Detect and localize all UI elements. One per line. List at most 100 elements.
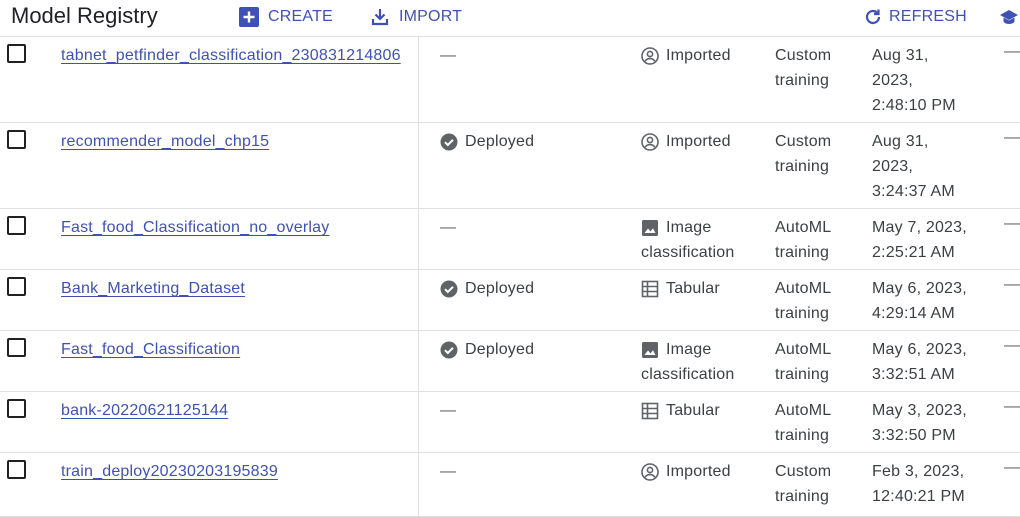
model-name-link[interactable]: train_deploy20230203195839	[61, 459, 278, 484]
updated-line-3: 2:48:10 PM	[872, 97, 956, 114]
status-cell: Deployed	[440, 337, 534, 362]
status-label: Deployed	[465, 133, 535, 150]
updated-cell: Aug 31, 2023, 2:48:10 PM	[872, 43, 992, 118]
model-name-link[interactable]: Bank_Marketing_Dataset	[61, 276, 245, 301]
model-name-link[interactable]: recommender_model_chp15	[61, 129, 269, 154]
extra-cell: —	[1004, 398, 1020, 415]
source-label-1: Image	[666, 219, 712, 236]
account-circle-icon	[641, 133, 659, 151]
model-name-link[interactable]: tabnet_petfinder_classification_23083121…	[61, 43, 401, 68]
table-row: tabnet_petfinder_classification_23083121…	[0, 36, 1020, 123]
status-label: —	[440, 219, 457, 236]
updated-line-1: May 6, 2023,	[872, 280, 967, 297]
source-label-1: Image	[666, 341, 712, 358]
row-checkbox[interactable]	[7, 338, 26, 357]
import-button-label: IMPORT	[399, 8, 463, 25]
type-cell: AutoML training	[775, 398, 855, 448]
row-checkbox[interactable]	[7, 216, 26, 235]
model-name-link[interactable]: Fast_food_Classification	[61, 337, 240, 362]
table-row: recommender_model_chp15 Deployed Importe…	[0, 122, 1020, 209]
type-line-1: AutoML	[775, 280, 832, 297]
check-circle-icon	[440, 341, 458, 359]
updated-line-2: 3:32:51 AM	[872, 366, 955, 383]
extra-cell: —	[1004, 43, 1020, 60]
type-cell: Custom training	[775, 129, 855, 179]
table-row: Fast_food_Classification_no_overlay — Im…	[0, 208, 1020, 270]
updated-line-1: Aug 31,	[872, 47, 929, 64]
extra-cell: —	[1004, 215, 1020, 232]
updated-line-1: Aug 31,	[872, 133, 929, 150]
image-icon	[641, 219, 659, 237]
image-icon	[641, 341, 659, 359]
model-name-link[interactable]: bank-20220621125144	[61, 398, 228, 423]
status-cell: —	[440, 43, 456, 68]
updated-line-2: 4:29:14 AM	[872, 305, 955, 322]
updated-line-1: May 7, 2023,	[872, 219, 967, 236]
type-line-2: training	[775, 158, 830, 175]
table-row: bank-20220621125144 — Tabular AutoML tra…	[0, 391, 1020, 453]
status-label: Deployed	[465, 280, 535, 297]
updated-cell: May 6, 2023, 4:29:14 AM	[872, 276, 992, 326]
download-icon	[369, 6, 391, 28]
source-cell: Tabular	[641, 398, 720, 423]
row-checkbox[interactable]	[7, 460, 26, 479]
type-line-1: Custom	[775, 463, 832, 480]
extra-cell: —	[1004, 337, 1020, 354]
table-icon	[641, 402, 659, 420]
refresh-button-label: REFRESH	[889, 8, 967, 25]
row-checkbox[interactable]	[7, 130, 26, 149]
source-cell: Imported	[641, 43, 731, 68]
header-bar: Model Registry CREATE IMPORT REFRESH	[0, 0, 1020, 36]
status-cell: Deployed	[440, 276, 534, 301]
model-name-link[interactable]: Fast_food_Classification_no_overlay	[61, 215, 329, 240]
source-label-1: Imported	[666, 47, 731, 64]
type-cell: Custom training	[775, 459, 855, 509]
type-cell: AutoML training	[775, 337, 855, 387]
updated-cell: Feb 3, 2023, 12:40:21 PM	[872, 459, 992, 509]
status-cell: —	[440, 398, 456, 423]
source-label-2: classification	[641, 366, 735, 383]
status-label: —	[440, 402, 457, 419]
updated-cell: May 3, 2023, 3:32:50 PM	[872, 398, 992, 448]
updated-line-1: May 6, 2023,	[872, 341, 967, 358]
updated-line-2: 3:32:50 PM	[872, 427, 956, 444]
account-circle-icon	[641, 47, 659, 65]
status-label: Deployed	[465, 341, 535, 358]
source-cell: Imported	[641, 459, 731, 484]
table-row: Bank_Marketing_Dataset Deployed Tabular …	[0, 269, 1020, 331]
type-line-2: training	[775, 488, 830, 505]
table-row: Fast_food_Classification Deployed Image c…	[0, 330, 1020, 392]
row-checkbox[interactable]	[7, 399, 26, 418]
learn-button[interactable]	[998, 6, 1020, 28]
refresh-button[interactable]: REFRESH	[862, 6, 967, 28]
updated-line-1: Feb 3, 2023,	[872, 463, 965, 480]
create-button[interactable]: CREATE	[238, 6, 333, 28]
school-icon	[998, 6, 1020, 28]
source-label-1: Imported	[666, 463, 731, 480]
status-label: —	[440, 47, 457, 64]
type-line-1: Custom	[775, 133, 832, 150]
import-button[interactable]: IMPORT	[369, 6, 462, 28]
updated-cell: May 6, 2023, 3:32:51 AM	[872, 337, 992, 387]
table-icon	[641, 280, 659, 298]
row-checkbox[interactable]	[7, 44, 26, 63]
updated-line-2: 12:40:21 PM	[872, 488, 965, 505]
source-label-2: classification	[641, 244, 735, 261]
updated-line-2: 2:25:21 AM	[872, 244, 955, 261]
status-cell: Deployed	[440, 129, 534, 154]
type-cell: AutoML training	[775, 215, 855, 265]
updated-line-1: May 3, 2023,	[872, 402, 967, 419]
source-cell: Image classification	[641, 337, 735, 387]
create-button-label: CREATE	[268, 8, 333, 25]
type-line-2: training	[775, 366, 830, 383]
type-cell: Custom training	[775, 43, 855, 93]
type-line-2: training	[775, 427, 830, 444]
row-checkbox[interactable]	[7, 277, 26, 296]
updated-cell: Aug 31, 2023, 3:24:37 AM	[872, 129, 992, 204]
status-label: —	[440, 463, 457, 480]
type-line-2: training	[775, 72, 830, 89]
type-cell: AutoML training	[775, 276, 855, 326]
source-label-1: Tabular	[666, 402, 720, 419]
page-title: Model Registry	[11, 3, 158, 28]
source-cell: Image classification	[641, 215, 735, 265]
